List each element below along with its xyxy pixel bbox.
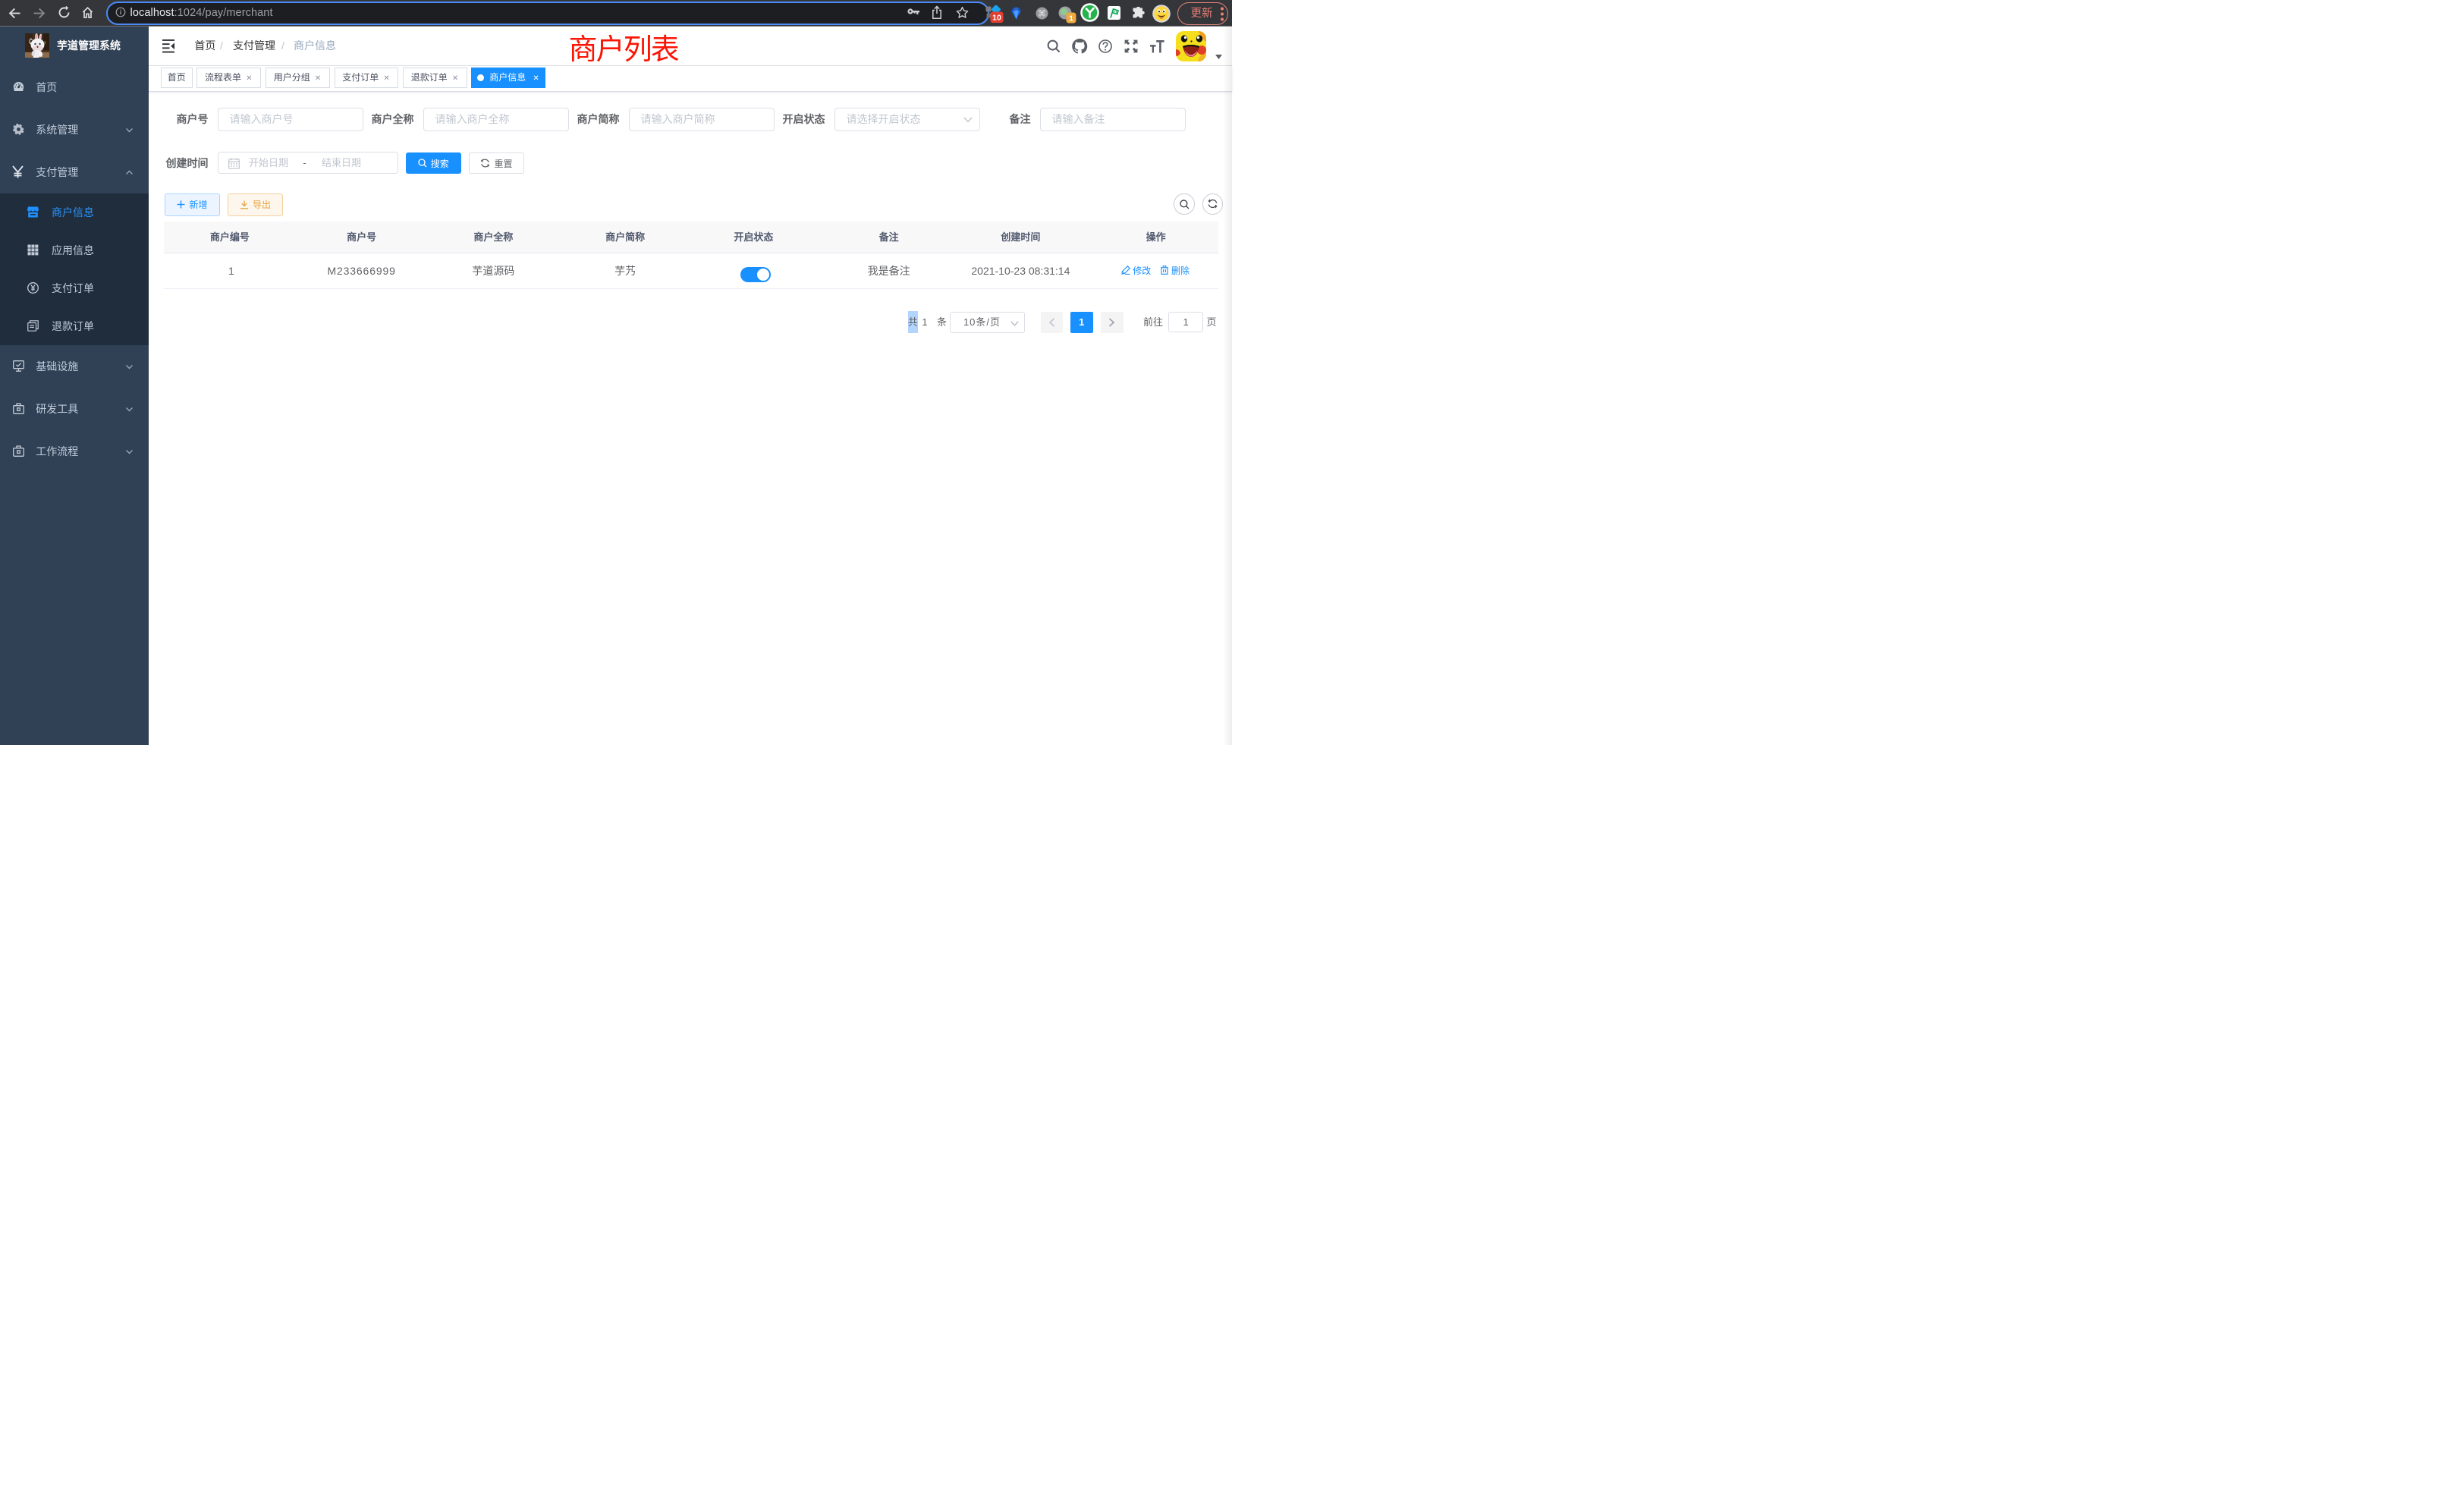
svg-text:10: 10 [992, 14, 1001, 23]
svg-text:1: 1 [1069, 14, 1073, 24]
svg-text:⌘: ⌘ [1038, 9, 1046, 18]
